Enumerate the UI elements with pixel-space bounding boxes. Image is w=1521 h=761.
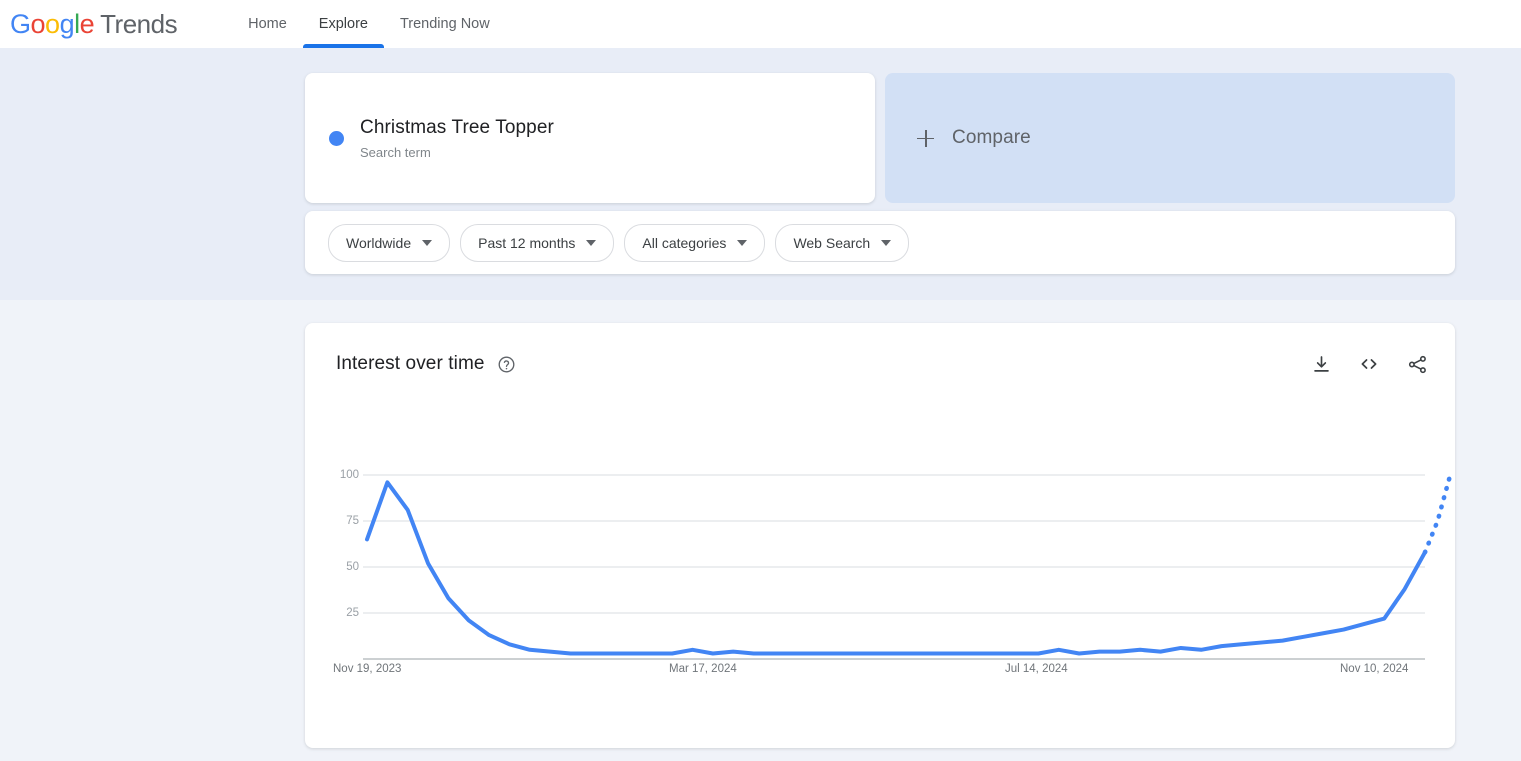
filter-bar: Worldwide Past 12 months All categories … [305, 211, 1455, 274]
chevron-down-icon [422, 239, 433, 246]
filter-searchtype-dropdown[interactable]: Web Search [775, 223, 910, 262]
top-navigation-bar: Google Trends Home Explore Trending Now [0, 0, 1521, 48]
filter-timerange-label: Past 12 months [478, 234, 576, 251]
google-trends-logo[interactable]: Google Trends [10, 8, 178, 40]
filter-location-label: Worldwide [346, 234, 412, 251]
nav-item-trending-now[interactable]: Trending Now [384, 0, 506, 48]
filter-timerange-dropdown[interactable]: Past 12 months [460, 223, 615, 262]
search-term-type-label: Search term [360, 144, 431, 160]
search-term-card[interactable]: Christmas Tree Topper Search term [305, 73, 875, 203]
series-color-dot [329, 130, 344, 146]
chevron-down-icon [881, 239, 892, 246]
compare-button[interactable]: Compare [885, 73, 1455, 203]
filter-category-label: All categories [642, 234, 727, 251]
filter-searchtype-label: Web Search [793, 234, 871, 251]
chevron-down-icon [586, 239, 597, 246]
plus-icon [917, 129, 934, 147]
filter-location-dropdown[interactable]: Worldwide [328, 223, 451, 262]
nav-item-home[interactable]: Home [232, 0, 303, 48]
query-row: Christmas Tree Topper Search term Compar… [305, 73, 1455, 203]
chart-svg [363, 472, 1453, 660]
trends-wordmark: Trends [100, 8, 178, 39]
nav-item-explore[interactable]: Explore [302, 0, 385, 48]
nav-items: Home Explore Trending Now [232, 0, 506, 48]
compare-label: Compare [952, 127, 1031, 148]
google-wordmark: Google [10, 8, 95, 39]
chevron-down-icon [737, 239, 748, 246]
search-term-texts: Christmas Tree Topper Search term [360, 116, 554, 161]
filter-category-dropdown[interactable]: All categories [624, 223, 766, 262]
interest-over-time-plot: 100 75 50 25 Nov 19, 2023 Mar 17, 2024 J… [305, 323, 1455, 748]
search-term-label: Christmas Tree Topper [360, 116, 554, 138]
interest-over-time-card: Interest over time 100 75 50 25 Nov 19, … [305, 323, 1455, 748]
